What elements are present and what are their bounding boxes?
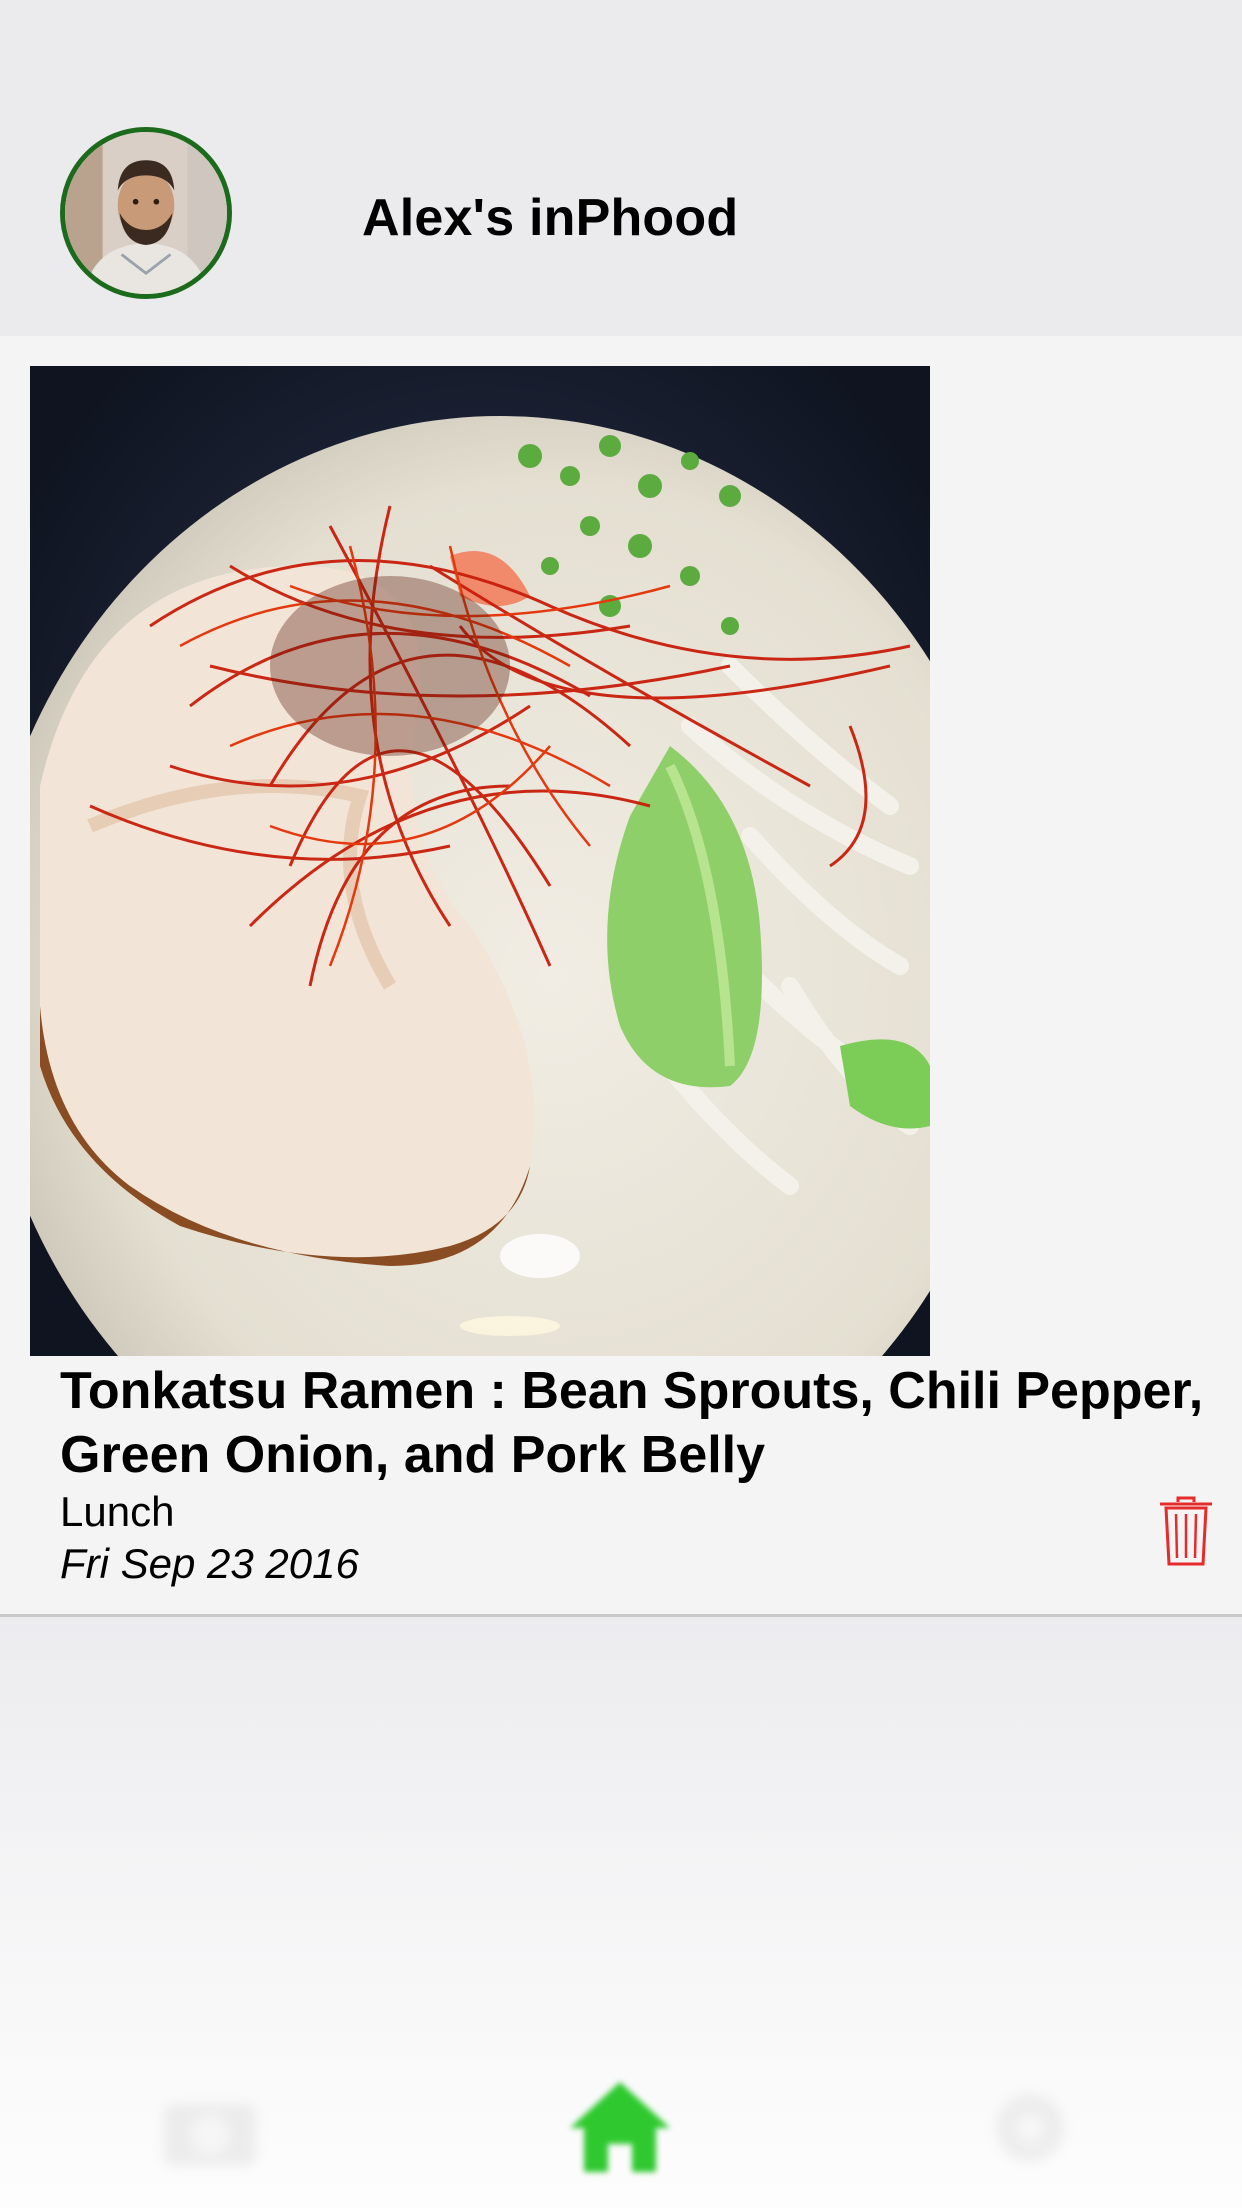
header: Alex's inPhood — [0, 0, 1242, 336]
empty-area — [0, 1617, 1242, 2208]
tab-bar — [0, 2048, 1242, 2208]
trash-icon — [1160, 1496, 1212, 1566]
meal-card[interactable]: Tonkatsu Ramen : Bean Sprouts, Chili Pep… — [0, 336, 1242, 1617]
meal-type: Lunch — [60, 1488, 175, 1535]
avatar[interactable] — [60, 127, 232, 299]
tab-settings[interactable] — [970, 2068, 1090, 2188]
tab-camera[interactable] — [150, 2068, 270, 2188]
delete-button[interactable] — [1158, 1496, 1214, 1568]
page-title: Alex's inPhood — [362, 189, 739, 247]
camera-icon — [164, 2104, 256, 2166]
tab-home[interactable] — [560, 2068, 680, 2188]
settings-icon — [996, 2094, 1064, 2162]
ramen-image — [30, 366, 930, 1356]
meal-date: Fri Sep 23 2016 — [60, 1540, 359, 1587]
home-icon — [570, 2082, 670, 2172]
avatar-image — [65, 132, 227, 294]
app-root: Alex's inPhood Tonkatsu Ramen: Bean Spr… — [0, 0, 1242, 2208]
food-photo[interactable] — [30, 366, 930, 1356]
meal-name: Tonkatsu Ramen : Bean Sprouts, Chili Pep… — [60, 1362, 1204, 1484]
